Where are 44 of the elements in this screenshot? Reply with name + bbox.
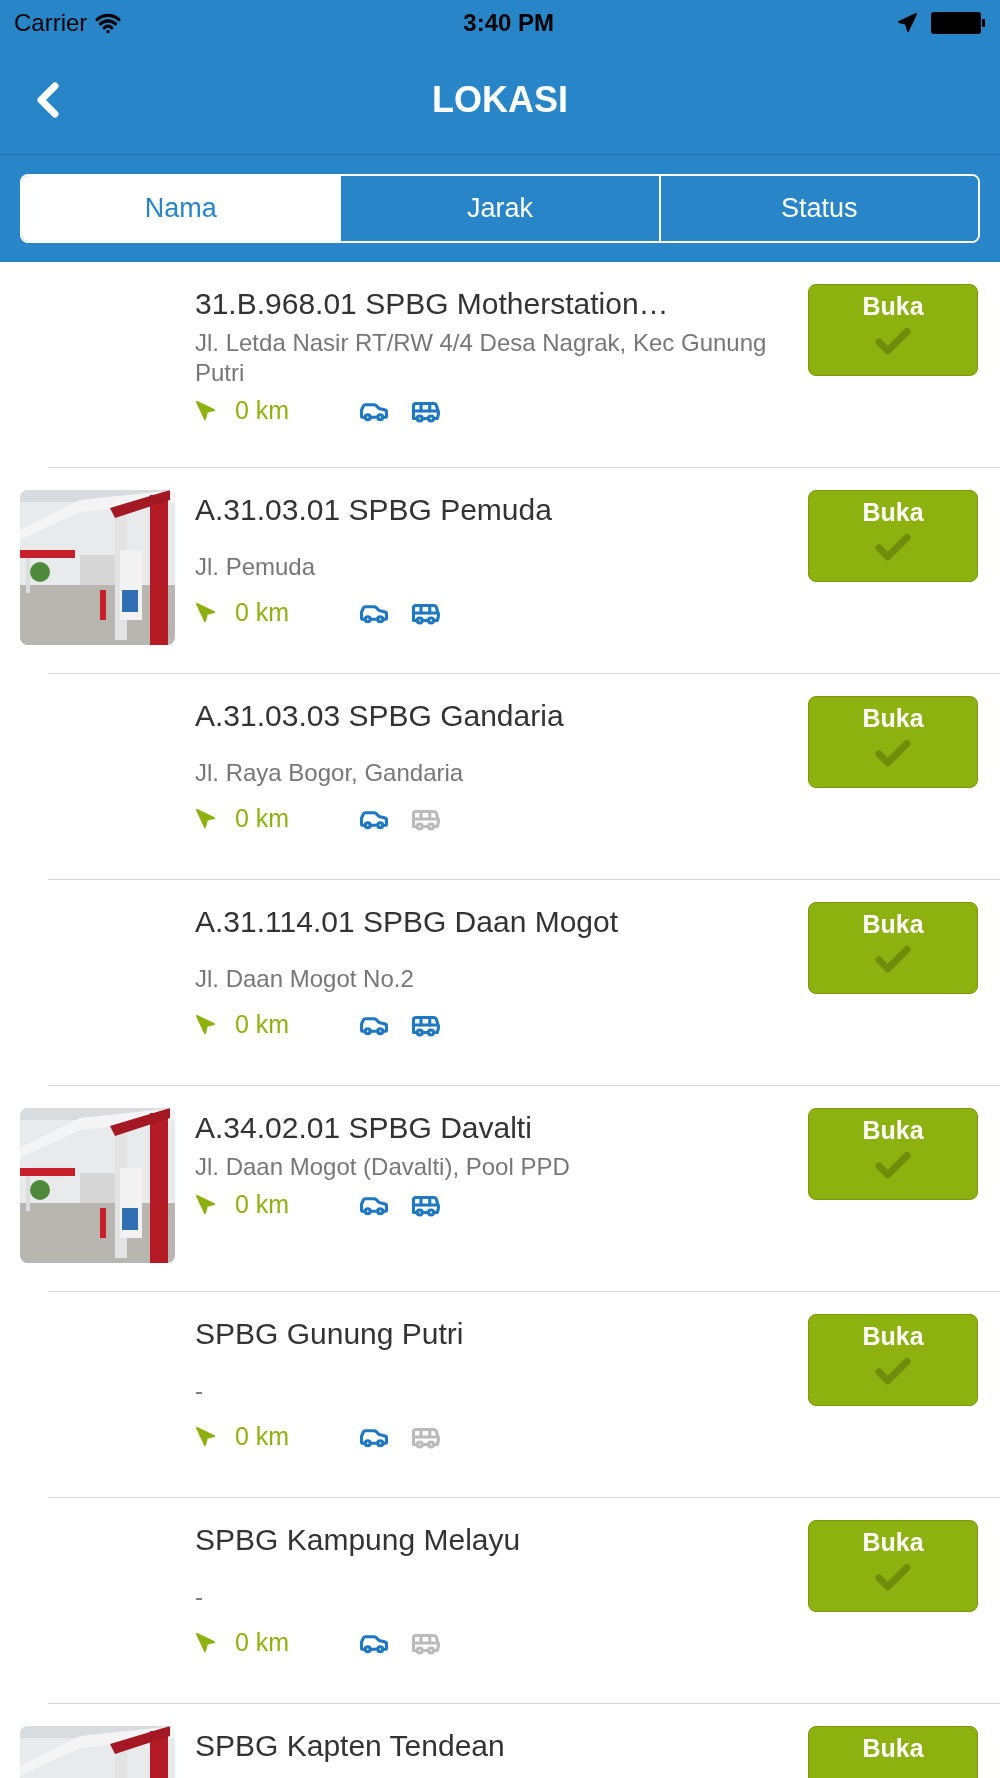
station-address: -	[195, 1582, 204, 1612]
station-address: Jl. Raya Bogor, Gandaria	[195, 758, 465, 788]
station-name: A.31.114.01 SPBG Daan Mogot	[195, 904, 620, 940]
distance-label: 0 km	[235, 395, 291, 426]
status-label: Buka	[862, 1321, 924, 1351]
status-label: Buka	[862, 703, 924, 733]
station-address: Jl. Pemuda	[195, 552, 317, 582]
station-name: A.31.03.03 SPBG Gandaria	[195, 698, 565, 734]
station-name: SPBG Gunung Putri	[195, 1316, 465, 1352]
distance-label: 0 km	[235, 803, 291, 834]
location-arrow-icon	[195, 1013, 217, 1036]
status-label: Buka	[862, 909, 924, 939]
screen-title: LOKASI	[432, 77, 568, 122]
station-name: SPBG Kampung Melayu	[195, 1522, 522, 1558]
status-label: Buka	[862, 497, 924, 527]
station-address: -	[195, 1376, 204, 1406]
station-name: A.34.02.01 SPBG Davalti	[195, 1110, 533, 1146]
station-name: 31.B.968.01 SPBG Motherstation…	[195, 286, 670, 322]
location-arrow-icon	[896, 11, 918, 34]
location-arrow-icon	[195, 601, 217, 624]
distance-label: 0 km	[235, 1009, 291, 1040]
distance-label: 0 km	[235, 1189, 291, 1220]
location-arrow-icon	[195, 1425, 217, 1448]
location-arrow-icon	[195, 1193, 217, 1216]
station-address: Jl. Daan Mogot (Davalti), Pool PPD	[195, 1152, 571, 1182]
station-address: Jl. Letda Nasir RT/RW 4/4 Desa Nagrak, Kec Gunung Putri	[195, 328, 768, 388]
status-label: Buka	[862, 1527, 924, 1557]
segment-tab[interactable]: Nama	[22, 176, 340, 241]
distance-label: 0 km	[235, 1421, 291, 1452]
station-address: Jl. Daan Mogot No.2	[195, 964, 415, 994]
status-time: 3:40 PM	[463, 7, 554, 38]
location-arrow-icon	[195, 1631, 217, 1654]
battery-icon	[930, 10, 986, 35]
status-label: Buka	[862, 1733, 924, 1763]
status-label: Buka	[862, 291, 924, 321]
location-arrow-icon	[195, 807, 217, 830]
station-name: A.31.03.01 SPBG Pemuda	[195, 492, 553, 528]
carrier-label: Carrier	[14, 7, 88, 38]
status-label: Buka	[862, 1115, 924, 1145]
distance-label: 0 km	[235, 597, 291, 628]
station-name: SPBG Kapten Tendean	[195, 1728, 506, 1764]
location-arrow-icon	[195, 399, 217, 422]
segment-tab[interactable]: Status	[658, 176, 978, 241]
distance-label: 0 km	[235, 1627, 291, 1658]
